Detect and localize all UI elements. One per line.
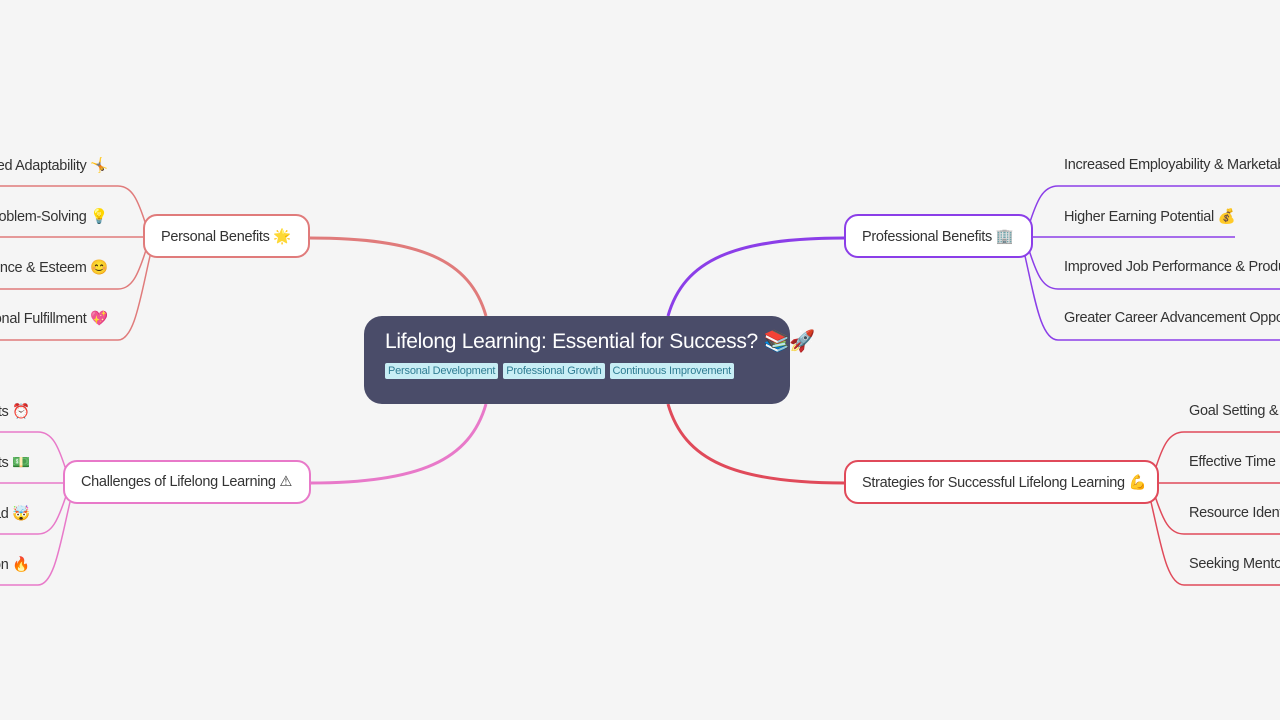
leaf-strategies-2[interactable]: Effective Time M (1189, 454, 1280, 470)
connector-root-strategies (666, 403, 846, 485)
leaf-challenges-4[interactable]: on 🔥 (0, 556, 30, 573)
branch-professional-benefits[interactable]: Professional Benefits 🏢 (844, 214, 1033, 258)
leaf-challenges-1[interactable]: ts ⏰ (0, 403, 30, 420)
branch-challenges[interactable]: Challenges of Lifelong Learning ⚠ (63, 460, 311, 504)
leaf-professional-3[interactable]: Improved Job Performance & Produc (1064, 259, 1280, 275)
connector-root-professional (666, 236, 846, 317)
root-tags: Personal Development Professional Growth… (385, 363, 770, 379)
leaf-strategies-1[interactable]: Goal Setting & P (1189, 403, 1280, 419)
leaf-professional-4[interactable]: Greater Career Advancement Opport (1064, 310, 1280, 326)
leaf-strategies-3[interactable]: Resource Identi (1189, 505, 1280, 521)
leaf-personal-1[interactable]: ed Adaptability 🤸 (0, 157, 108, 174)
root-node[interactable]: Lifelong Learning: Essential for Success… (364, 316, 816, 404)
leaf-professional-2[interactable]: Higher Earning Potential 💰 (1064, 208, 1236, 225)
leaf-professional-1[interactable]: Increased Employability & Marketabi (1064, 157, 1280, 173)
branch-personal-benefits[interactable]: Personal Benefits 🌟 (143, 214, 310, 258)
root-title: Lifelong Learning: Essential for Success… (385, 330, 816, 353)
tag-continuous-improvement[interactable]: Continuous Improvement (609, 363, 735, 379)
leaf-strategies-4[interactable]: Seeking Mentor (1189, 556, 1280, 572)
connector-root-personal (309, 236, 488, 317)
connector-root-challenges (309, 403, 488, 485)
tag-personal-development[interactable]: Personal Development (385, 363, 499, 379)
leaf-challenges-3[interactable]: ad 🤯 (0, 505, 30, 522)
tag-professional-growth[interactable]: Professional Growth (503, 363, 605, 379)
leaf-personal-2[interactable]: roblem-Solving 💡 (0, 208, 108, 225)
leaf-personal-4[interactable]: onal Fulfillment 💖 (0, 310, 108, 327)
leaf-challenges-2[interactable]: ts 💵 (0, 454, 30, 471)
leaf-personal-3[interactable]: dence & Esteem 😊 (0, 259, 108, 276)
branch-strategies[interactable]: Strategies for Successful Lifelong Learn… (844, 460, 1159, 504)
